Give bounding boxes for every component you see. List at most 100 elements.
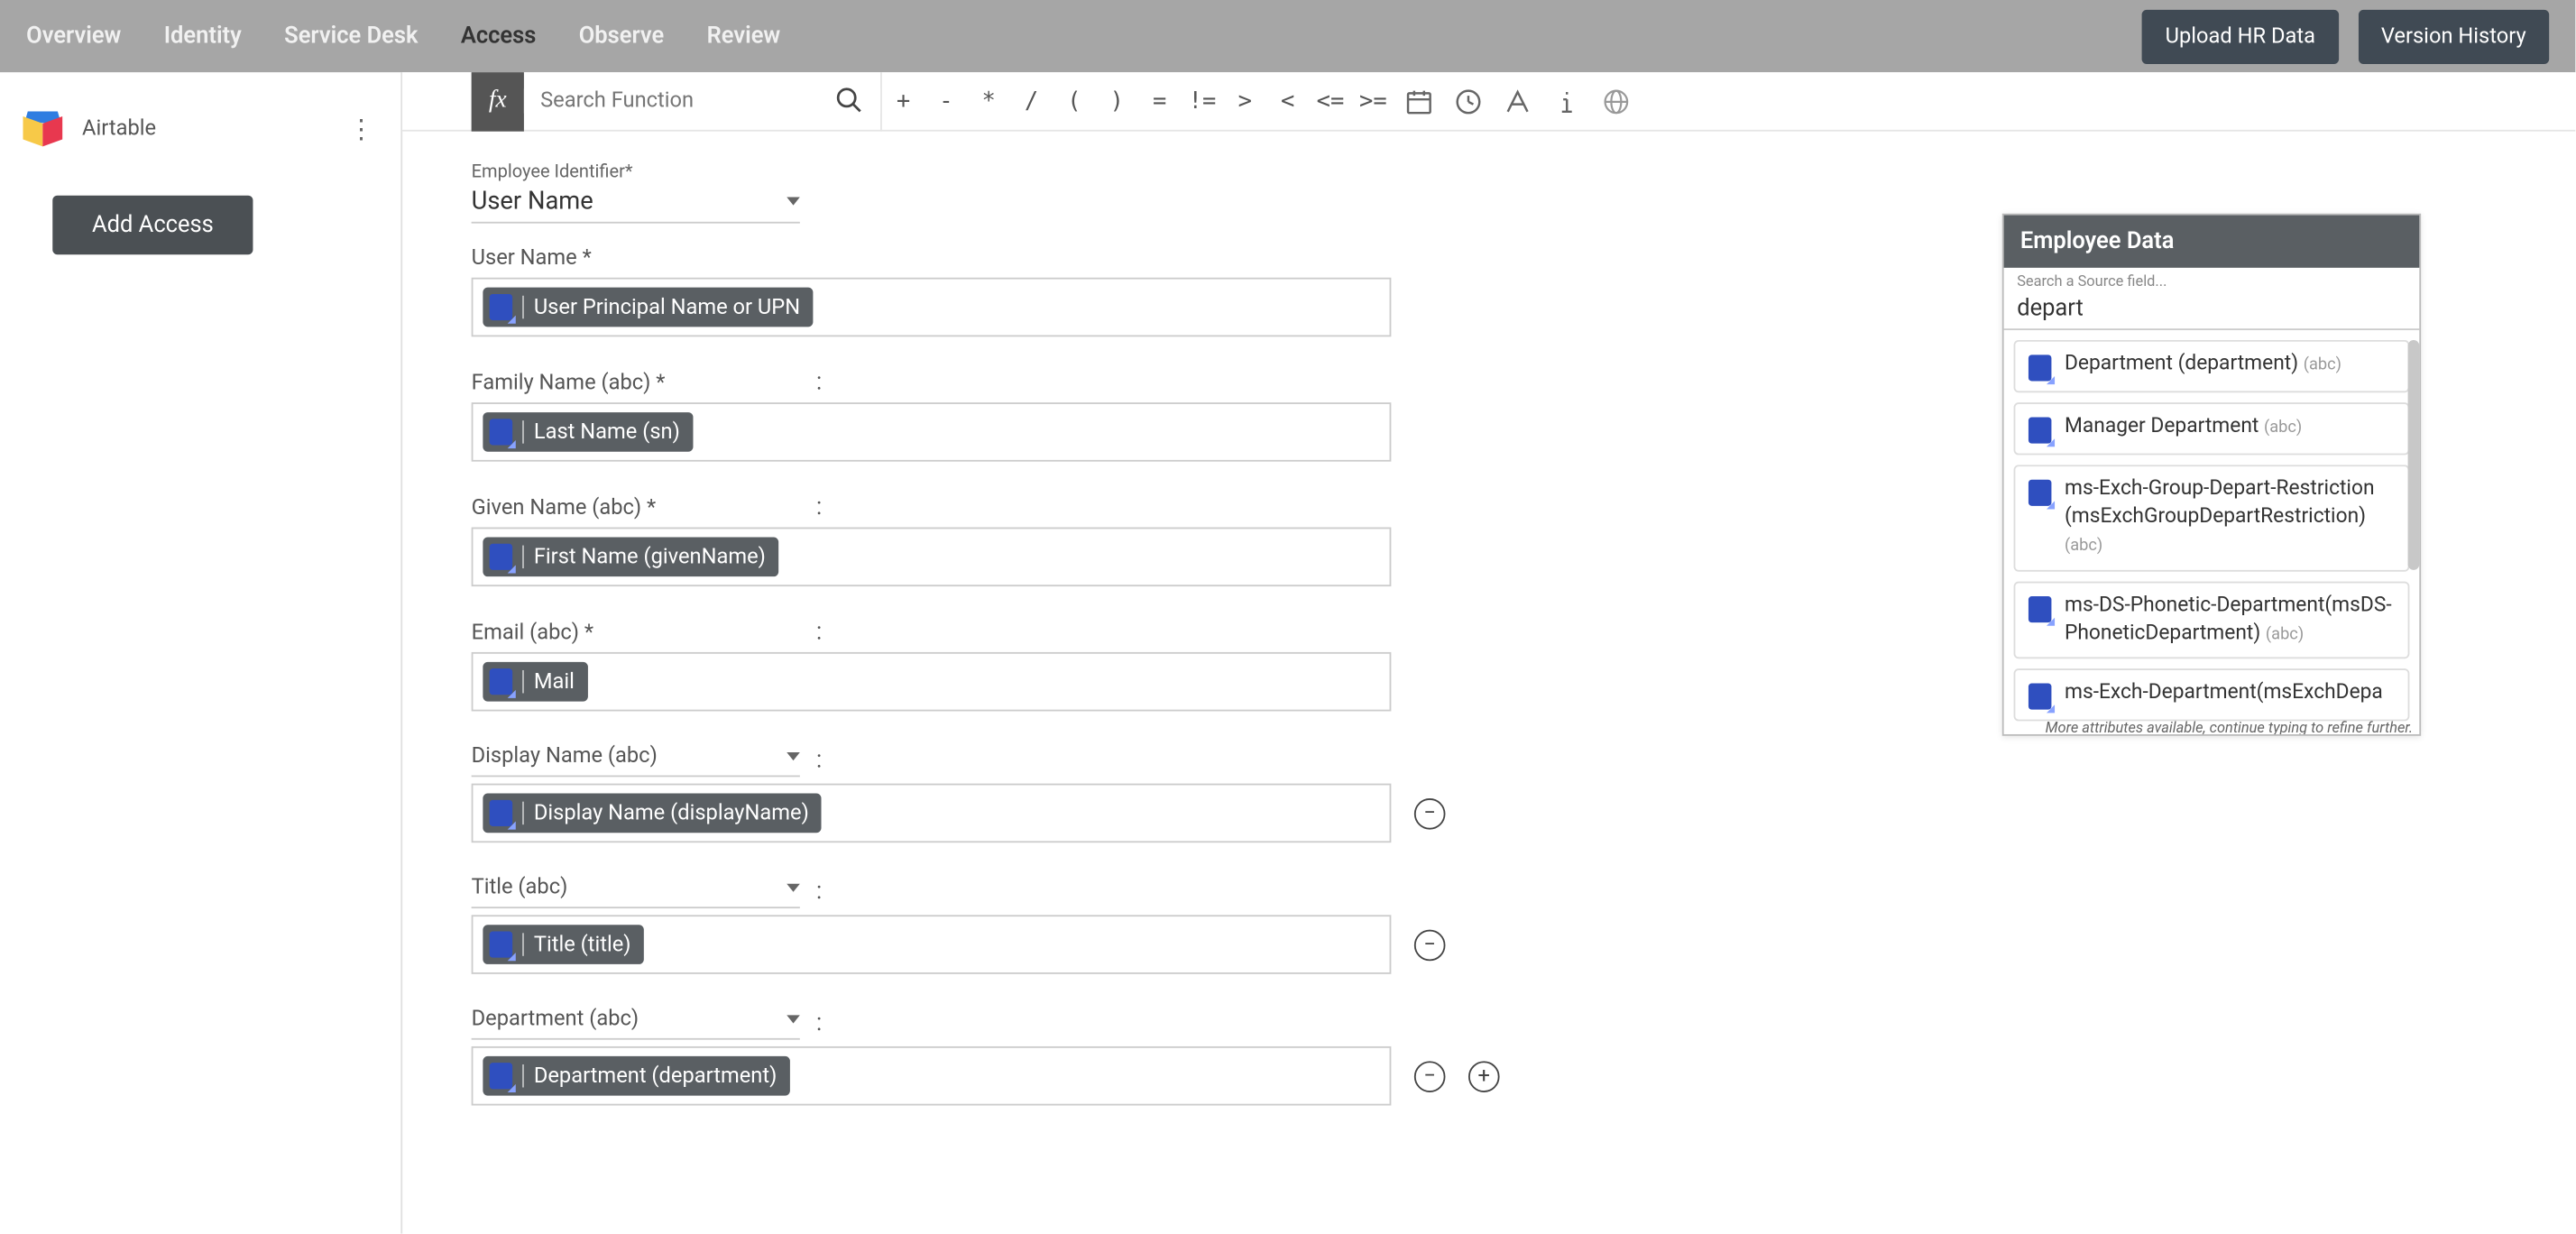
tab-review[interactable]: Review	[707, 23, 781, 49]
version-history-button[interactable]: Version History	[2358, 9, 2549, 63]
source-icon	[490, 668, 512, 695]
add-access-button[interactable]: Add Access	[52, 196, 253, 255]
panel-more-hint: More attributes available, continue typi…	[2046, 721, 2413, 734]
field-input[interactable]: Display Name (displayName)	[472, 784, 1392, 843]
panel-search-input[interactable]	[2017, 296, 2406, 322]
source-row[interactable]: Airtable	[0, 90, 400, 166]
chip-text: User Principal Name or UPN	[534, 295, 800, 319]
result-text: Manager Department (abc)	[2065, 414, 2302, 442]
remove-button[interactable]: −	[1414, 797, 1446, 829]
op-eq[interactable]: =	[1138, 87, 1181, 114]
chevron-down-icon	[787, 752, 800, 760]
result-item[interactable]: Department (department) (abc)	[2014, 340, 2410, 392]
field-label: User Name *	[472, 246, 800, 271]
chip-text: Mail	[534, 669, 575, 694]
field-row: Email (abc) *: Mail	[472, 620, 1812, 712]
field-input[interactable]: First Name (givenName)	[472, 528, 1392, 587]
op-minus[interactable]: -	[925, 87, 967, 114]
result-item[interactable]: Manager Department (abc)	[2014, 402, 2410, 455]
source-icon	[490, 1063, 512, 1089]
field-label: Department (abc)	[472, 1007, 639, 1031]
source-icon	[2029, 355, 2051, 381]
upload-hr-data-button[interactable]: Upload HR Data	[2142, 9, 2338, 63]
source-name: Airtable	[82, 115, 328, 140]
tab-observe[interactable]: Observe	[579, 23, 664, 49]
scrollbar[interactable]	[2408, 340, 2420, 570]
op-gte[interactable]: >=	[1352, 87, 1394, 114]
globe-icon[interactable]	[1592, 71, 1642, 131]
result-text: ms-Exch-Group-Depart-Restriction (msExch…	[2065, 476, 2395, 559]
tab-identity[interactable]: Identity	[164, 23, 242, 49]
field-colon: :	[816, 1010, 822, 1036]
text-icon[interactable]	[1493, 71, 1542, 131]
search-function-input[interactable]	[524, 88, 880, 113]
result-item[interactable]: ms-DS-Phonetic-Department(msDS-PhoneticD…	[2014, 581, 2410, 659]
source-icon	[490, 544, 512, 570]
result-item[interactable]: ms-Exch-Group-Depart-Restriction (msExch…	[2014, 465, 2410, 571]
source-chip[interactable]: Mail	[483, 662, 587, 702]
op-plus[interactable]: +	[882, 87, 925, 114]
field-row: Given Name (abc) *:First Name (givenName…	[472, 494, 1812, 586]
field-colon: :	[816, 620, 822, 646]
op-div[interactable]: /	[1010, 87, 1053, 114]
op-mult[interactable]: *	[968, 87, 1010, 114]
op-gt[interactable]: >	[1224, 87, 1266, 114]
source-chip[interactable]: Department (department)	[483, 1056, 790, 1096]
chip-text: Title (title)	[534, 932, 631, 956]
source-chip[interactable]: Last Name (sn)	[483, 412, 693, 452]
source-menu-icon[interactable]	[342, 108, 382, 148]
tab-service-desk[interactable]: Service Desk	[284, 23, 418, 49]
panel-title: Employee Data	[2004, 216, 2420, 268]
field-row: Display Name (abc):Display Name (display…	[472, 744, 1812, 843]
emp-id-select[interactable]: User Name	[472, 186, 800, 224]
op-lt[interactable]: <	[1266, 87, 1309, 114]
field-input[interactable]: Mail	[472, 652, 1392, 712]
op-lte[interactable]: <=	[1309, 87, 1351, 114]
field-row: User Name * User Principal Name or UPN	[472, 246, 1812, 336]
panel-search[interactable]: Search a Source field...	[2004, 268, 2420, 330]
result-item[interactable]: ms-Exch-Department(msExchDepa	[2014, 669, 2410, 722]
tab-overview[interactable]: Overview	[26, 23, 121, 49]
source-icon	[2029, 480, 2051, 506]
mapping-fields: Employee Identifier* User Name User Name…	[402, 132, 1881, 1168]
fx-button[interactable]: fx	[472, 71, 524, 131]
field-input[interactable]: User Principal Name or UPN	[472, 278, 1392, 337]
panel-search-placeholder: Search a Source field...	[2017, 274, 2406, 290]
type-tag: (abc)	[2266, 625, 2304, 643]
source-icon	[490, 294, 512, 320]
type-tag: (abc)	[2065, 537, 2102, 555]
field-input[interactable]: Title (title)	[472, 915, 1392, 974]
chevron-down-icon	[787, 884, 800, 892]
field-colon: :	[816, 879, 822, 905]
field-input[interactable]: Last Name (sn)	[472, 402, 1392, 462]
source-chip[interactable]: Title (title)	[483, 925, 644, 964]
info-icon[interactable]	[1542, 71, 1592, 131]
source-icon	[2029, 418, 2051, 444]
clock-icon[interactable]	[1444, 71, 1494, 131]
add-button[interactable]: +	[1468, 1060, 1500, 1091]
op-lparen[interactable]: (	[1053, 87, 1095, 114]
field-input[interactable]: Department (department)	[472, 1046, 1392, 1106]
source-icon	[490, 800, 512, 826]
field-select[interactable]: Title (abc)	[472, 876, 800, 908]
formula-bar: fx + - * / ( ) = != > <	[402, 72, 2575, 132]
source-chip[interactable]: User Principal Name or UPN	[483, 288, 813, 327]
source-chip[interactable]: First Name (givenName)	[483, 537, 778, 576]
field-select[interactable]: Display Name (abc)	[472, 744, 800, 777]
field-label: Email (abc) *	[472, 620, 800, 644]
calendar-icon[interactable]	[1394, 71, 1444, 131]
search-function[interactable]	[524, 71, 882, 131]
remove-button[interactable]: −	[1414, 929, 1446, 961]
emp-id-label: Employee Identifier*	[472, 161, 1812, 182]
remove-button[interactable]: −	[1414, 1060, 1446, 1091]
field-label: Title (abc)	[472, 876, 568, 900]
op-rparen[interactable]: )	[1096, 87, 1138, 114]
op-neq[interactable]: !=	[1181, 87, 1223, 114]
field-select[interactable]: Department (abc)	[472, 1007, 800, 1039]
source-icon	[490, 932, 512, 958]
field-colon: :	[816, 494, 822, 520]
tab-access[interactable]: Access	[461, 23, 537, 49]
source-icon	[490, 419, 512, 445]
field-row: Title (abc): Title (title) −	[472, 876, 1812, 974]
source-chip[interactable]: Display Name (displayName)	[483, 794, 822, 833]
